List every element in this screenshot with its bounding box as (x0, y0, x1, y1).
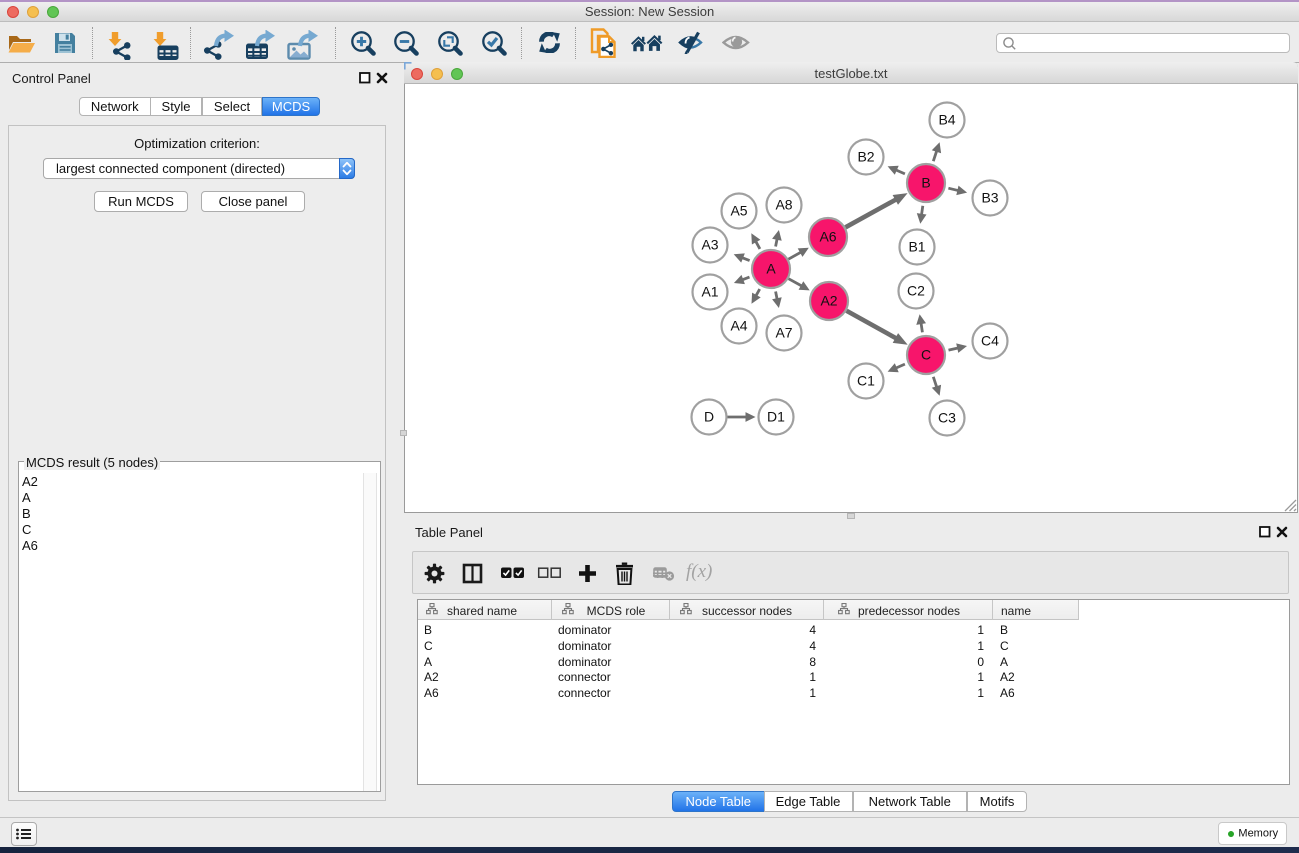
svg-text:C4: C4 (981, 333, 999, 349)
svg-text:A2: A2 (820, 293, 837, 309)
svg-text:C1: C1 (857, 373, 875, 389)
svg-text:A: A (766, 261, 776, 277)
svg-text:B2: B2 (857, 149, 874, 165)
svg-text:B: B (921, 175, 930, 191)
svg-text:B3: B3 (981, 190, 998, 206)
svg-text:A1: A1 (701, 284, 718, 300)
svg-text:B4: B4 (938, 112, 955, 128)
svg-text:C3: C3 (938, 410, 956, 426)
svg-text:D: D (704, 409, 714, 425)
svg-text:A6: A6 (819, 229, 836, 245)
svg-text:A8: A8 (775, 197, 792, 213)
svg-text:A4: A4 (730, 318, 747, 334)
svg-text:C2: C2 (907, 283, 925, 299)
svg-text:A7: A7 (775, 325, 792, 341)
svg-text:C: C (921, 347, 931, 363)
svg-text:A3: A3 (701, 237, 718, 253)
svg-text:D1: D1 (767, 409, 785, 425)
svg-text:A5: A5 (730, 203, 747, 219)
svg-text:B1: B1 (908, 239, 925, 255)
